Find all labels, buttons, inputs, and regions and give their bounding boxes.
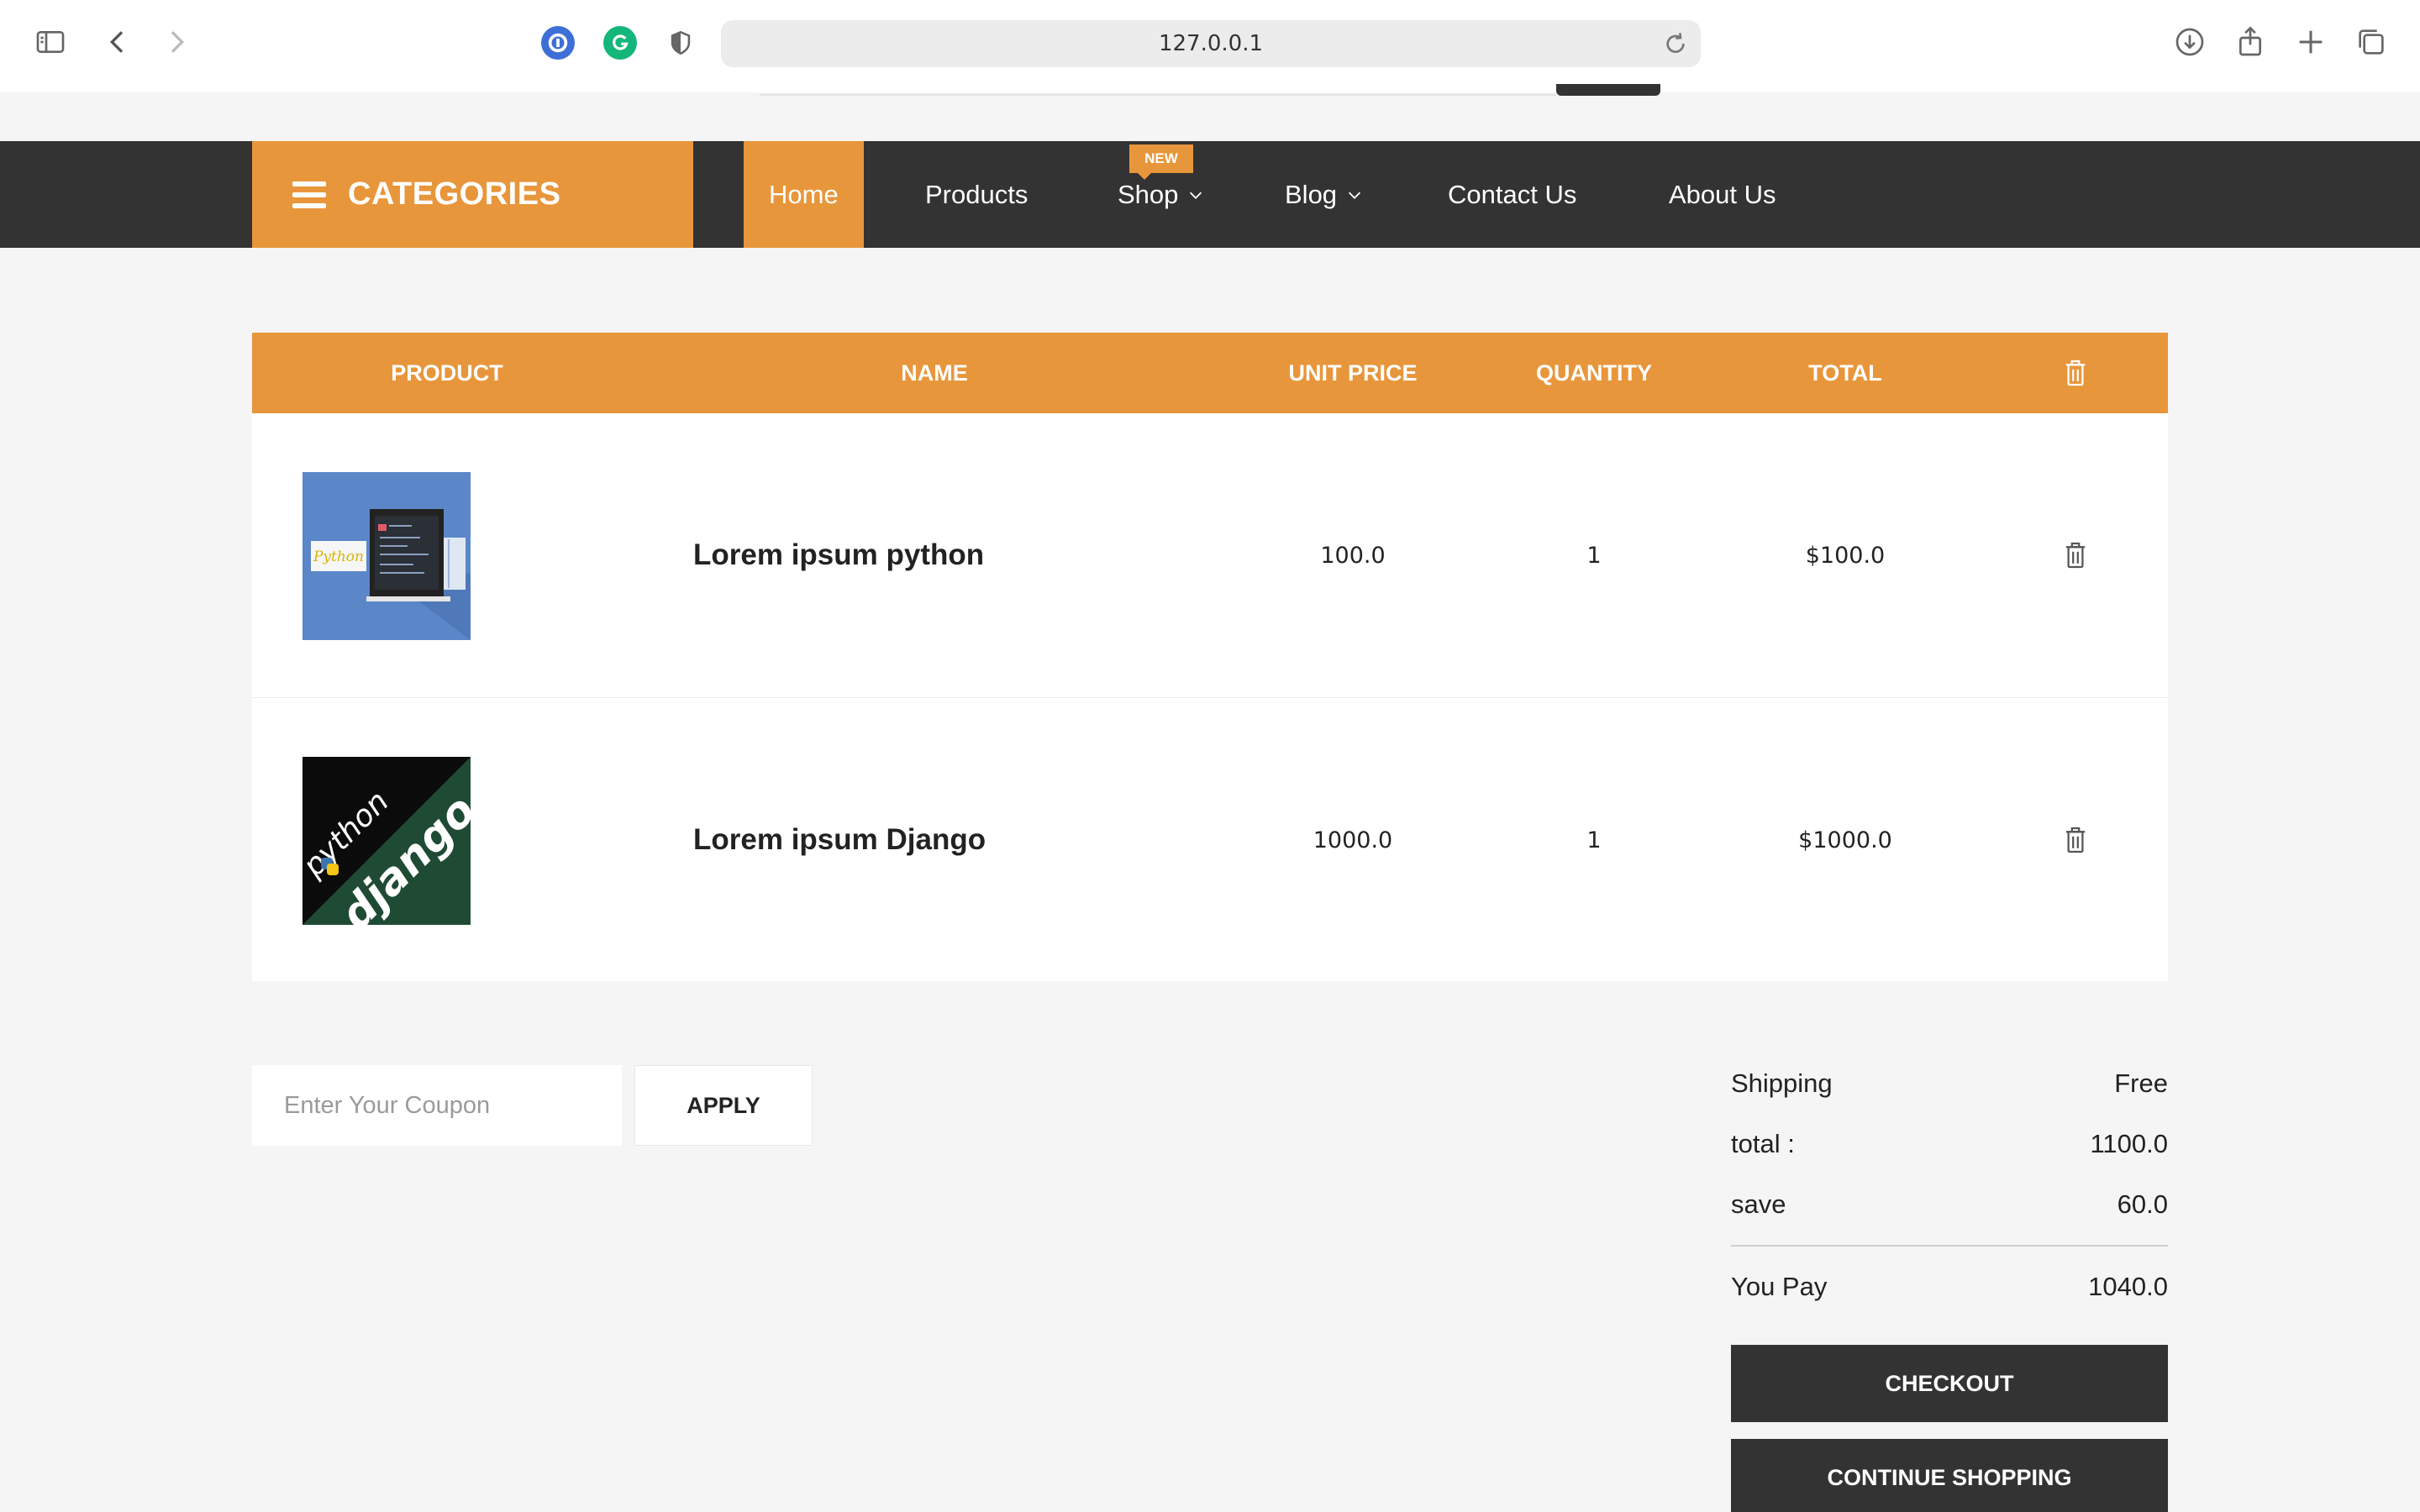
row-total: $100.0: [1805, 542, 1886, 569]
apply-coupon-button[interactable]: APPLY: [634, 1065, 813, 1146]
download-icon[interactable]: [2170, 22, 2210, 62]
total-value: 1100.0: [2090, 1129, 2168, 1158]
coupon-input[interactable]: [252, 1065, 622, 1146]
shipping-value: Free: [2114, 1068, 2168, 1098]
menu-icon: [292, 181, 326, 208]
save-value: 60.0: [2117, 1189, 2168, 1219]
tabs-overview-icon[interactable]: [2351, 22, 2391, 62]
total-row: total : 1100.0: [1731, 1127, 2168, 1161]
trash-icon[interactable]: [2064, 413, 2087, 697]
product-thumbnail[interactable]: Python: [302, 472, 471, 640]
continue-shopping-button[interactable]: CONTINUE SHOPPING: [1731, 1439, 2168, 1512]
header-name: NAME: [901, 360, 968, 386]
forward-icon[interactable]: [156, 22, 197, 62]
header-product: PRODUCT: [391, 360, 503, 386]
unit-price: 1000.0: [1313, 827, 1393, 853]
trash-icon[interactable]: [2064, 333, 2087, 413]
nav-contact-us[interactable]: Contact Us: [1448, 141, 1576, 248]
nav-products[interactable]: Products: [925, 141, 1028, 248]
search-input-edge[interactable]: [760, 84, 1556, 96]
product-name[interactable]: Lorem ipsum python: [693, 413, 984, 697]
categories-label: CATEGORIES: [348, 176, 561, 212]
nav-blog[interactable]: Blog: [1285, 141, 1364, 248]
cart-table: PRODUCT NAME UNIT PRICE QUANTITY TOTAL P…: [252, 333, 2168, 981]
you-pay-label: You Pay: [1731, 1272, 1828, 1301]
cart-table-header: PRODUCT NAME UNIT PRICE QUANTITY TOTAL: [252, 333, 2168, 413]
grammarly-icon[interactable]: [603, 26, 637, 60]
browser-toolbar: 127.0.0.1: [0, 0, 2420, 92]
reload-icon[interactable]: [1662, 30, 1689, 57]
row-total: $1000.0: [1798, 827, 1892, 853]
categories-button[interactable]: CATEGORIES: [252, 141, 693, 248]
product-name[interactable]: Lorem ipsum Django: [693, 698, 986, 982]
unit-price: 100.0: [1320, 542, 1386, 569]
nav-about-label: About Us: [1669, 179, 1776, 209]
shipping-row: Shipping Free: [1731, 1067, 2168, 1100]
new-tab-icon[interactable]: [2291, 22, 2331, 62]
header-quantity: QUANTITY: [1536, 360, 1652, 386]
main-navbar: CATEGORIES Home Products NEW Shop Blog C…: [0, 141, 2420, 248]
url-text: 127.0.0.1: [1158, 31, 1264, 56]
nav-blog-label: Blog: [1285, 179, 1338, 209]
shield-icon[interactable]: [664, 26, 697, 60]
save-row: save 60.0: [1731, 1188, 2168, 1221]
total-label: total :: [1731, 1129, 1795, 1158]
summary-divider: [1731, 1245, 2168, 1247]
back-icon[interactable]: [97, 22, 138, 62]
python-label: Python: [313, 549, 364, 565]
password-manager-icon[interactable]: [541, 26, 575, 60]
you-pay-row: You Pay 1040.0: [1731, 1270, 2168, 1304]
product-thumbnail[interactable]: python django: [302, 757, 471, 925]
address-bar[interactable]: 127.0.0.1: [721, 20, 1701, 67]
checkout-button[interactable]: CHECKOUT: [1731, 1345, 2168, 1422]
header-total: TOTAL: [1808, 360, 1882, 386]
nav-products-label: Products: [925, 179, 1028, 209]
quantity[interactable]: 1: [1586, 413, 1601, 697]
nav-shop-label: Shop: [1118, 179, 1179, 209]
nav-contact-label: Contact Us: [1448, 179, 1577, 209]
shipping-label: Shipping: [1731, 1068, 1833, 1098]
trash-icon[interactable]: [2064, 698, 2087, 982]
chevron-down-icon: [1190, 192, 1202, 199]
nav-about-us[interactable]: About Us: [1669, 141, 1776, 248]
table-row: python django Lorem ipsum Django 1000.0 …: [252, 697, 2168, 981]
nav-home-label: Home: [769, 179, 839, 209]
nav-home[interactable]: Home: [744, 141, 864, 248]
quantity[interactable]: 1: [1586, 698, 1601, 982]
chevron-down-icon: [1348, 192, 1361, 199]
save-label: save: [1731, 1189, 1786, 1219]
sidebar-icon[interactable]: [30, 22, 71, 62]
table-row: Python Lorem ipsum python 100.0 1 $100.0: [252, 413, 2168, 697]
header-unit-price: UNIT PRICE: [1288, 360, 1418, 386]
nav-shop[interactable]: Shop: [1118, 141, 1205, 248]
search-button-edge[interactable]: [1556, 84, 1660, 96]
you-pay-value: 1040.0: [2088, 1272, 2168, 1301]
share-icon[interactable]: [2230, 22, 2270, 62]
